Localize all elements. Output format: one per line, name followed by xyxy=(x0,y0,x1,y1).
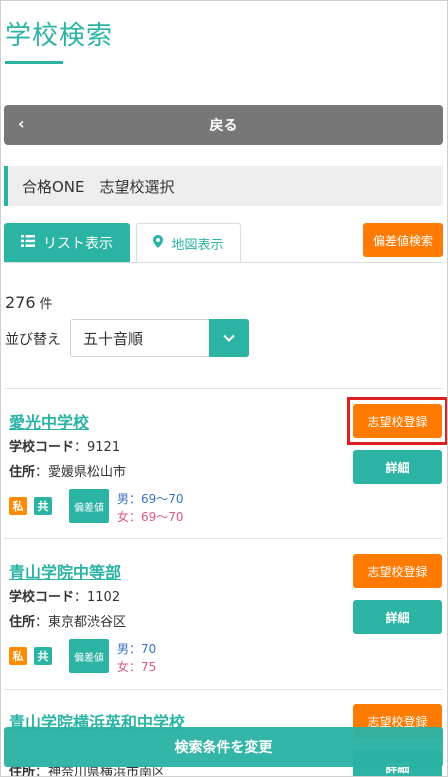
school-code-value: ：1102 xyxy=(74,590,121,605)
back-button-label: 戻る xyxy=(209,118,238,134)
school-address-label: 住所 xyxy=(9,615,36,630)
chevron-left-icon: ‹ xyxy=(18,114,25,133)
page-title: 学校検索 xyxy=(5,21,114,51)
sort-selected-value: 五十音順 xyxy=(83,329,144,348)
school-code: 学校コード：1102 xyxy=(9,586,120,605)
app-frame: 学校検索 ‹ 戻る 合格ONE 志望校選択 リスト表示 地図表示 偏差値検索 2… xyxy=(0,0,448,777)
hensachi-label: 偏差値 xyxy=(69,639,109,673)
school-address-value: ：愛媛県松山市 xyxy=(35,465,127,480)
back-button[interactable]: ‹ 戻る xyxy=(4,105,443,145)
tab-map-label: 地図表示 xyxy=(171,238,224,253)
result-count-number: 276 xyxy=(5,293,36,312)
detail-button[interactable]: 詳細 xyxy=(353,600,442,634)
list-icon xyxy=(21,235,35,251)
male-score: 男：70 xyxy=(117,642,157,656)
section-header: 合格ONE 志望校選択 xyxy=(4,166,443,206)
school-code-value: ：9121 xyxy=(74,440,121,455)
hensachi-label: 偏差値 xyxy=(69,489,109,523)
result-count: 276 件 xyxy=(5,293,53,312)
school-name-link[interactable]: 愛光中学校 xyxy=(9,409,89,433)
result-count-unit: 件 xyxy=(39,297,53,312)
coed-badge: 共 xyxy=(34,497,52,515)
tabs-divider xyxy=(4,262,443,263)
private-badge: 私 xyxy=(9,647,27,665)
title-underline xyxy=(5,61,63,64)
female-score: 女：75 xyxy=(117,660,157,674)
female-score: 女：69〜70 xyxy=(117,510,184,524)
school-address-value: ：東京都渋谷区 xyxy=(35,615,127,630)
change-search-conditions-button[interactable]: 検索条件を変更 xyxy=(4,727,443,767)
school-code-label: 学校コード xyxy=(9,590,75,605)
school-code: 学校コード：9121 xyxy=(9,436,120,455)
male-score: 男：69〜70 xyxy=(117,492,184,506)
chevron-down-icon[interactable] xyxy=(209,319,249,357)
tab-map-view[interactable]: 地図表示 xyxy=(136,223,241,263)
list-divider xyxy=(4,689,443,690)
school-address: 住所：東京都渋谷区 xyxy=(9,611,126,630)
highlight-box xyxy=(347,397,447,445)
map-pin-icon xyxy=(153,235,164,252)
detail-button[interactable]: 詳細 xyxy=(353,450,442,484)
hensachi-search-button[interactable]: 偏差値検索 xyxy=(363,223,443,257)
school-code-label: 学校コード xyxy=(9,440,75,455)
school-address-label: 住所 xyxy=(9,465,36,480)
sort-label: 並び替え xyxy=(5,332,61,348)
register-school-button[interactable]: 志望校登録 xyxy=(353,554,442,588)
list-divider xyxy=(4,538,443,539)
school-address: 住所：愛媛県松山市 xyxy=(9,461,126,480)
tab-list-label: リスト表示 xyxy=(43,236,113,252)
school-name-link[interactable]: 青山学院中等部 xyxy=(9,559,121,583)
tab-list-view[interactable]: リスト表示 xyxy=(4,223,130,263)
private-badge: 私 xyxy=(9,497,27,515)
sort-select[interactable]: 五十音順 xyxy=(70,319,249,357)
list-divider xyxy=(4,388,443,389)
coed-badge: 共 xyxy=(34,647,52,665)
